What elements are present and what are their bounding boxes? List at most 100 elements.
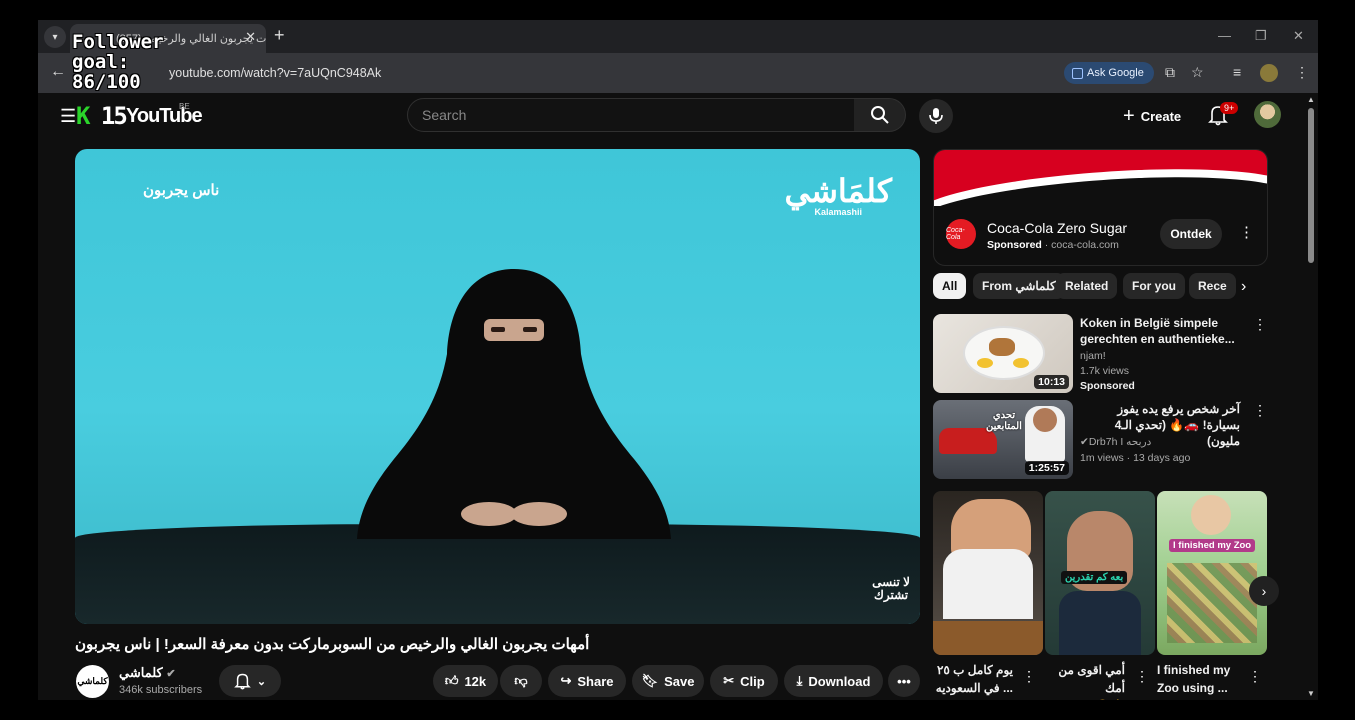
stream-overlay-follower-goal: Follower goal: 86/100 — [72, 31, 164, 93]
youtube-logo[interactable]: YouTube — [126, 105, 203, 128]
address-bar: ← youtube.com/watch?v=7aUQnC948Ak Ask Go… — [38, 53, 1318, 93]
tab-search-dropdown-icon[interactable]: ▾ — [44, 26, 66, 48]
menu-kebab-icon[interactable]: ⋮ — [1295, 64, 1309, 81]
bookmark-star-icon[interactable]: ☆ — [1191, 64, 1204, 81]
short-title[interactable]: يوم كامل ب ٢٥... في السعوديه — [933, 661, 1013, 697]
more-vertical-icon[interactable]: ⋮ — [1248, 668, 1262, 685]
recommendation-item[interactable]: تحدي المتابعين 1:25:57 آخر شخص يرفع يده … — [933, 400, 1268, 480]
create-button[interactable]: + Create — [1123, 105, 1181, 128]
channel-name[interactable]: كلماشي ✔ — [119, 665, 176, 681]
more-vertical-icon[interactable]: ⋮ — [1253, 402, 1267, 419]
url-field[interactable]: youtube.com/watch?v=7aUQnC948Ak — [169, 66, 381, 80]
profile-avatar[interactable] — [1260, 64, 1278, 82]
save-button[interactable]: 🔖︎ Save — [632, 665, 704, 697]
ad-sponsor-line: Sponsored · coca-cola.com — [987, 239, 1119, 251]
download-label: Download — [808, 673, 871, 689]
short-overlay-caption: بعه كم تقدرين — [1061, 571, 1128, 584]
video-thumbnail[interactable]: تحدي المتابعين 1:25:57 — [933, 400, 1073, 479]
channel-avatar[interactable]: كلماشي — [76, 665, 109, 698]
scrollbar-thumb[interactable] — [1308, 108, 1314, 263]
chevron-right-icon[interactable]: › — [1241, 278, 1246, 296]
subscribe-watermark: لا تنسى تشترك — [872, 575, 910, 602]
shorts-next-button[interactable]: › — [1249, 576, 1279, 606]
short-title[interactable]: أمي اقوى من أمك💪😂 — [1045, 661, 1125, 700]
clip-label: Clip — [740, 673, 765, 689]
more-vertical-icon[interactable]: ⋮ — [1253, 316, 1267, 333]
short-title[interactable]: I finished my Zoo using ... — [1157, 661, 1242, 697]
recommendation-channel: ✔Drb7h I دربحه — [1080, 436, 1152, 448]
chip-for-you[interactable]: For you — [1123, 273, 1185, 299]
search-input[interactable]: Search — [407, 98, 855, 132]
browser-window: Follower goal: 86/100 ▾ (857) أمهات يجرب… — [38, 20, 1318, 700]
voice-search-button[interactable] — [919, 99, 953, 133]
scissors-icon: ✂ — [723, 673, 735, 688]
scroll-down-arrow-icon[interactable]: ▼ — [1307, 689, 1315, 698]
ask-google-label: Ask Google — [1087, 67, 1144, 79]
back-arrow-icon[interactable]: ← — [50, 63, 66, 81]
recommendation-views: 1.7k views — [1080, 365, 1130, 377]
more-vertical-icon[interactable]: ⋮ — [1135, 668, 1149, 685]
create-label: Create — [1140, 109, 1182, 124]
video-overlay-show-name: ناس يجربون — [143, 182, 220, 199]
plus-icon: + — [1123, 105, 1135, 127]
restore-icon[interactable]: ❐ — [1255, 28, 1267, 44]
ad-more-icon[interactable]: ⋮ — [1239, 223, 1254, 241]
ad-logo: Coca-Cola — [946, 219, 976, 249]
recommendation-title[interactable]: Koken in België simpele gerechten en aut… — [1080, 315, 1240, 347]
search-button[interactable] — [854, 98, 906, 132]
media-controls-icon[interactable]: ≡ — [1233, 64, 1241, 80]
subscription-bell-button[interactable]: ⌄ — [219, 665, 281, 697]
hamburger-menu-icon[interactable]: ☰ — [60, 106, 76, 127]
video-table — [75, 524, 920, 624]
video-duration: 10:13 — [1034, 375, 1069, 389]
verified-icon: ✔ — [166, 668, 176, 680]
filter-chips: All From كلماشي Related For you Rece — [933, 273, 1268, 299]
subscriber-count: 346k subscribers — [119, 684, 203, 696]
more-actions-button[interactable]: ••• — [888, 665, 920, 697]
dislike-button[interactable]: 👎︎ — [500, 665, 542, 697]
minimize-icon[interactable]: — — [1218, 28, 1231, 43]
sponsored-label: Sponsored — [1080, 380, 1135, 392]
tab-close-icon[interactable]: ✕ — [245, 29, 256, 45]
video-thumbnail[interactable]: 10:13 — [933, 314, 1073, 393]
close-window-icon[interactable]: ✕ — [1293, 28, 1304, 44]
short-thumbnail[interactable]: بعه كم تقدرين — [1045, 491, 1155, 655]
video-player[interactable]: ناس يجربون كلمَاشي Kalamashii لا تنسى تشت… — [75, 149, 920, 624]
ad-cta-button[interactable]: Ontdek — [1160, 219, 1222, 249]
recommendation-channel: njam! — [1080, 350, 1106, 362]
page-scrollbar[interactable]: ▲ ▼ — [1304, 93, 1318, 700]
recommendation-item[interactable]: 10:13 Koken in België simpele gerechten … — [933, 314, 1268, 394]
new-tab-icon[interactable]: + — [274, 25, 285, 46]
search-icon — [870, 106, 889, 124]
ask-google-button[interactable]: Ask Google — [1064, 62, 1154, 84]
download-button[interactable]: ⤓ Download — [784, 665, 883, 697]
microphone-icon — [929, 108, 943, 124]
short-thumbnail[interactable]: I finished my Zoo — [1157, 491, 1267, 655]
short-thumbnail[interactable] — [933, 491, 1043, 655]
video-brand-logo: كلمَاشي Kalamashii — [784, 173, 892, 217]
thumbnail-caption: تحدي المتابعين — [986, 410, 1022, 432]
video-duration: 1:25:57 — [1024, 461, 1069, 475]
ad-title[interactable]: Coca-Cola Zero Sugar — [987, 220, 1127, 236]
clip-button[interactable]: ✂ Clip — [710, 665, 778, 697]
chevron-down-icon: ⌄ — [256, 675, 267, 688]
scroll-up-arrow-icon[interactable]: ▲ — [1307, 95, 1315, 104]
bookmark-icon: 🔖︎ — [641, 673, 659, 688]
sidebar-ad[interactable]: Coca-Cola Coca-Cola Zero Sugar Sponsored… — [933, 149, 1268, 266]
chevron-right-icon: › — [1261, 583, 1267, 599]
account-avatar[interactable] — [1254, 101, 1281, 128]
chip-from-channel[interactable]: From كلماشي — [973, 273, 1065, 299]
like-count: 12k — [464, 673, 487, 689]
chip-recent[interactable]: Rece — [1189, 273, 1236, 299]
tab-strip: ▾ (857) أمهات يجربون الغالي والرخيص ✕ + … — [38, 20, 1318, 53]
chip-related[interactable]: Related — [1056, 273, 1118, 299]
share-icon: ↪ — [560, 673, 572, 688]
like-button[interactable]: 👍︎ 12k — [433, 665, 498, 697]
share-button[interactable]: ↪ Share — [548, 665, 626, 697]
more-vertical-icon[interactable]: ⋮ — [1022, 668, 1036, 685]
ad-banner-image — [934, 150, 1267, 206]
thumbs-up-icon: 👍︎ — [444, 673, 459, 688]
video-title: أمهات يجربون الغالي والرخيص من السوبرمار… — [75, 636, 590, 653]
chip-all[interactable]: All — [933, 273, 967, 299]
install-app-icon[interactable]: ⧉ — [1165, 64, 1175, 81]
